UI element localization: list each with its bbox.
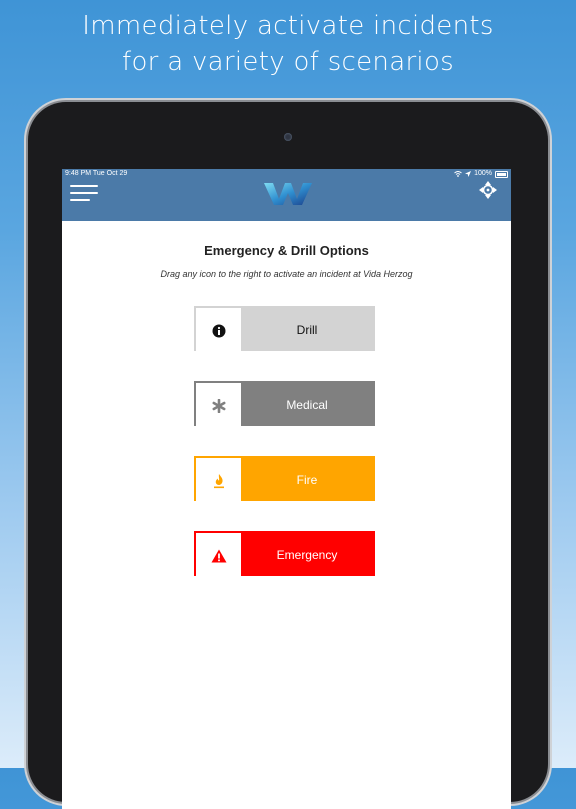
wifi-icon bbox=[454, 171, 462, 177]
fire-label: Fire bbox=[296, 473, 318, 487]
emergency-icon-handle[interactable] bbox=[196, 533, 241, 578]
hamburger-menu-icon[interactable] bbox=[70, 185, 98, 203]
flame-icon bbox=[213, 473, 224, 488]
app-header: 9:48 PM Tue Oct 29 100% bbox=[62, 169, 511, 221]
promo-headline-line-2: for a variety of scenarios bbox=[121, 47, 455, 77]
battery-icon bbox=[495, 170, 508, 178]
drill-icon-handle[interactable] bbox=[196, 308, 241, 353]
asterisk-icon bbox=[211, 398, 225, 413]
tablet-frame: 9:48 PM Tue Oct 29 100% Emergency & Dril… bbox=[28, 102, 548, 809]
warning-triangle-icon bbox=[211, 549, 226, 562]
location-arrow-icon bbox=[465, 171, 472, 177]
promo-headline-line-1: Immediately activate incidents bbox=[82, 11, 494, 41]
status-indicators: 100% bbox=[454, 169, 508, 179]
status-bar: 9:48 PM Tue Oct 29 100% bbox=[62, 169, 511, 179]
status-time: 9:48 PM Tue Oct 29 bbox=[65, 170, 128, 177]
page-title: Emergency & Drill Options bbox=[204, 243, 369, 258]
drill-option[interactable]: Drill bbox=[194, 306, 375, 353]
fire-icon-handle[interactable] bbox=[196, 458, 241, 503]
emergency-option[interactable]: Emergency bbox=[194, 531, 375, 578]
fire-option[interactable]: Fire bbox=[194, 456, 375, 503]
medical-icon-handle[interactable] bbox=[196, 383, 241, 428]
arrows-move-icon[interactable] bbox=[479, 181, 497, 199]
w-logo bbox=[264, 183, 312, 205]
promo-headline: Immediately activate incidents for a var… bbox=[0, 8, 576, 80]
app-screen: 9:48 PM Tue Oct 29 100% Emergency & Dril… bbox=[62, 169, 511, 809]
front-camera bbox=[284, 133, 292, 141]
medical-label: Medical bbox=[286, 398, 328, 412]
page-instructions: Drag any icon to the right to activate a… bbox=[160, 269, 413, 279]
emergency-label: Emergency bbox=[276, 548, 338, 562]
medical-option[interactable]: Medical bbox=[194, 381, 375, 428]
drill-label: Drill bbox=[296, 323, 318, 337]
info-circle-icon bbox=[212, 324, 225, 337]
battery-percent: 100% bbox=[474, 170, 492, 177]
